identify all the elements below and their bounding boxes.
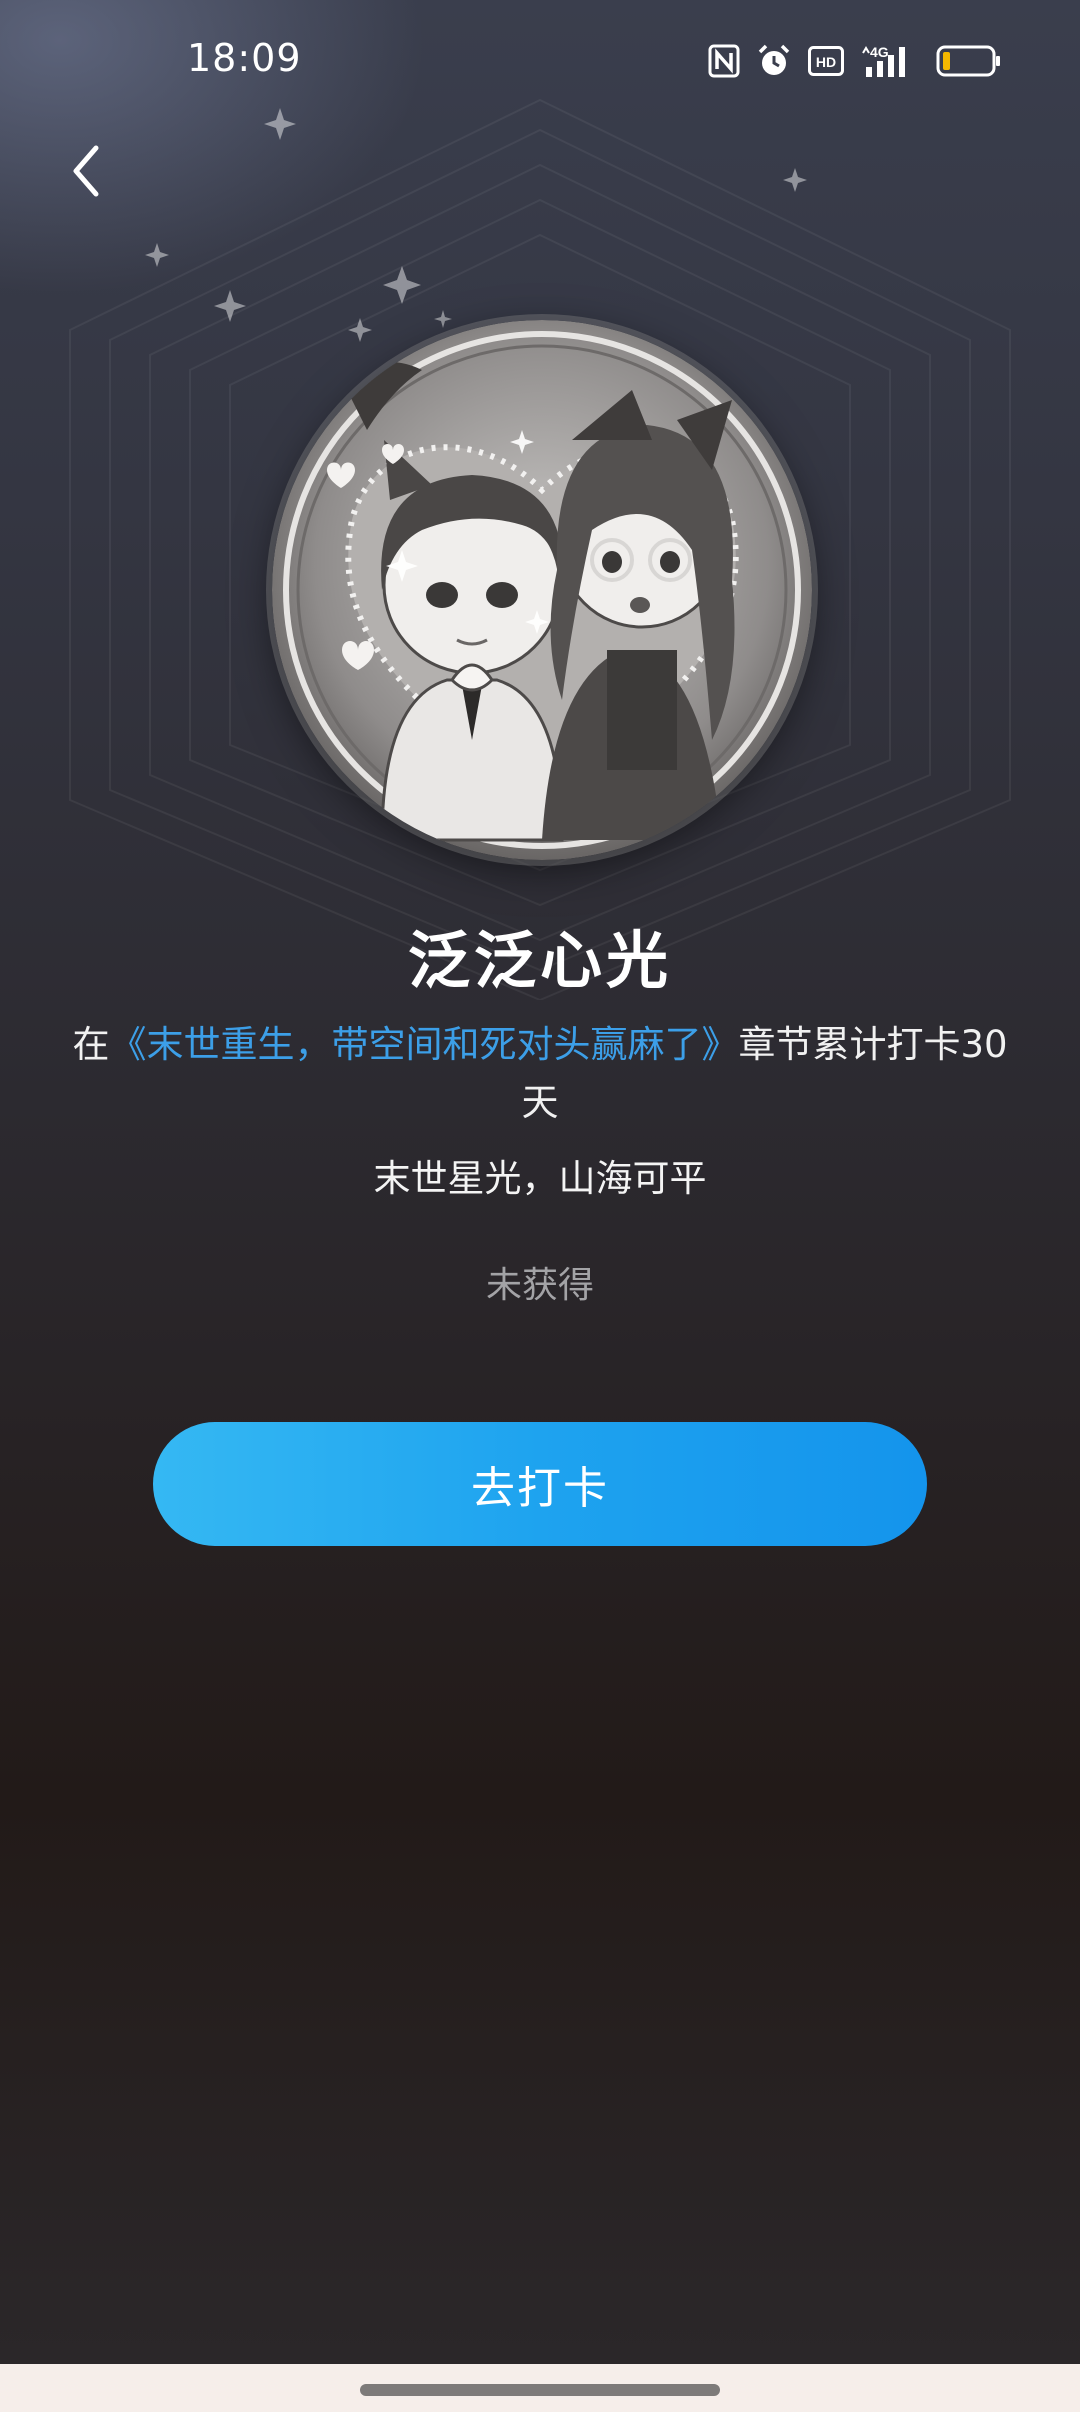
sparkle-decorations xyxy=(145,108,807,342)
network-label: 4G xyxy=(870,44,889,60)
medal-title: 泛泛心光 xyxy=(407,924,672,997)
book-title-link[interactable]: 《末世重生，带空间和死对头赢麻了》 xyxy=(109,1023,738,1066)
battery-low-icon xyxy=(936,45,1000,77)
home-indicator[interactable] xyxy=(360,2384,720,2396)
nfc-icon xyxy=(708,44,740,78)
alarm-icon xyxy=(758,44,790,75)
boy-character xyxy=(380,440,564,842)
system-nav-bar xyxy=(0,2364,1080,2412)
acquisition-status: 未获得 xyxy=(485,1265,594,1306)
unlock-condition: 在《末世重生，带空间和死对头赢麻了》章节累计打卡30天 xyxy=(70,1016,1010,1132)
status-time: 18:09 xyxy=(187,36,302,80)
status-bar: 18:09 HD 4G xyxy=(0,0,1080,120)
status-icons: HD 4G xyxy=(708,38,1002,84)
checkin-button[interactable]: 去打卡 xyxy=(153,1422,927,1546)
signal-4g-icon: 4G xyxy=(862,44,905,77)
hd-label: HD xyxy=(816,54,836,70)
back-button[interactable] xyxy=(58,136,114,206)
condition-prefix: 在 xyxy=(72,1023,110,1066)
hd-icon: HD xyxy=(808,46,844,76)
chevron-left-icon xyxy=(73,145,99,197)
medal-motto: 末世星光，山海可平 xyxy=(373,1157,707,1200)
medal-image xyxy=(272,320,812,860)
